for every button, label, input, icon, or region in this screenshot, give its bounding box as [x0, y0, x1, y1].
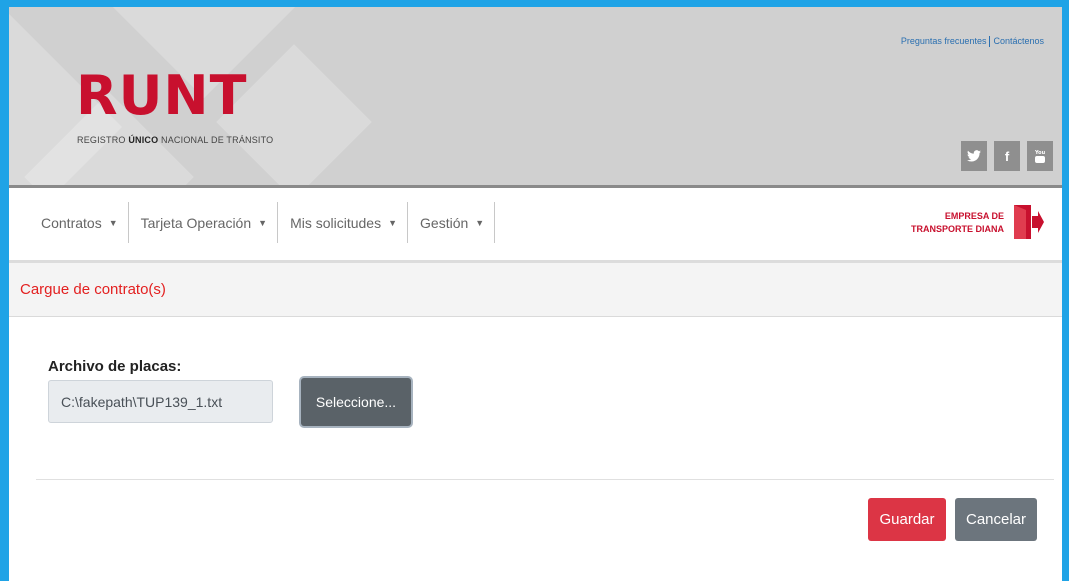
nav-item-mis-solicitudes[interactable]: Mis solicitudes ▼: [278, 202, 409, 243]
select-file-button[interactable]: Seleccione...: [301, 378, 411, 426]
save-button[interactable]: Guardar: [868, 498, 946, 541]
file-field-label: Archivo de placas:: [48, 358, 182, 375]
contact-link[interactable]: Contáctenos: [993, 36, 1044, 46]
file-path-input[interactable]: [48, 380, 273, 423]
form-divider: [36, 479, 1054, 480]
page: RUNT REGISTRO ÚNICO NACIONAL DE TRÁNSITO…: [9, 7, 1062, 581]
nav-menu: Contratos ▼ Tarjeta Operación ▼ Mis solici…: [29, 202, 496, 243]
company-name-line1: EMPRESA DE: [944, 211, 1004, 221]
caret-down-icon: ▼: [475, 217, 485, 228]
top-links: Preguntas frecuentes Contáctenos: [901, 36, 1044, 48]
section-header: Cargue de contrato(s): [9, 263, 1062, 317]
company-name-line2: TRANSPORTE DIANA: [910, 224, 1004, 234]
nav-item-tarjeta-operacion[interactable]: Tarjeta Operación ▼: [129, 202, 279, 243]
runt-logo[interactable]: RUNT: [76, 69, 247, 123]
caret-down-icon: ▼: [108, 217, 118, 228]
logo-subtitle: REGISTRO ÚNICO NACIONAL DE TRÁNSITO: [77, 135, 274, 145]
youtube-icon[interactable]: You: [1027, 141, 1053, 171]
nav-item-contratos[interactable]: Contratos ▼: [29, 202, 129, 243]
cancel-button[interactable]: Cancelar: [955, 498, 1037, 541]
nav-item-label: Mis solicitudes: [290, 214, 382, 231]
twitter-icon[interactable]: [961, 141, 987, 171]
caret-down-icon: ▼: [258, 217, 268, 228]
nav-item-gestion[interactable]: Gestión ▼: [408, 202, 496, 243]
nav-item-label: Gestión: [420, 214, 469, 231]
nav-item-label: Tarjeta Operación: [140, 214, 252, 231]
link-divider: [989, 36, 991, 48]
logout-icon[interactable]: [1014, 205, 1044, 239]
site-header: RUNT REGISTRO ÚNICO NACIONAL DE TRÁNSITO…: [9, 7, 1062, 188]
main-navbar: Contratos ▼ Tarjeta Operación ▼ Mis solici…: [9, 188, 1062, 263]
caret-down-icon: ▼: [388, 217, 398, 228]
page-title: Cargue de contrato(s): [20, 281, 166, 298]
svg-text:You: You: [1034, 150, 1046, 156]
nav-item-label: Contratos: [41, 214, 102, 231]
faq-link[interactable]: Preguntas frecuentes: [901, 36, 987, 46]
window-frame: RUNT REGISTRO ÚNICO NACIONAL DE TRÁNSITO…: [0, 0, 1069, 581]
facebook-icon[interactable]: f: [994, 141, 1020, 171]
social-links: f You: [961, 141, 1053, 171]
company-name: EMPRESA DE TRANSPORTE DIANA: [911, 210, 1004, 236]
